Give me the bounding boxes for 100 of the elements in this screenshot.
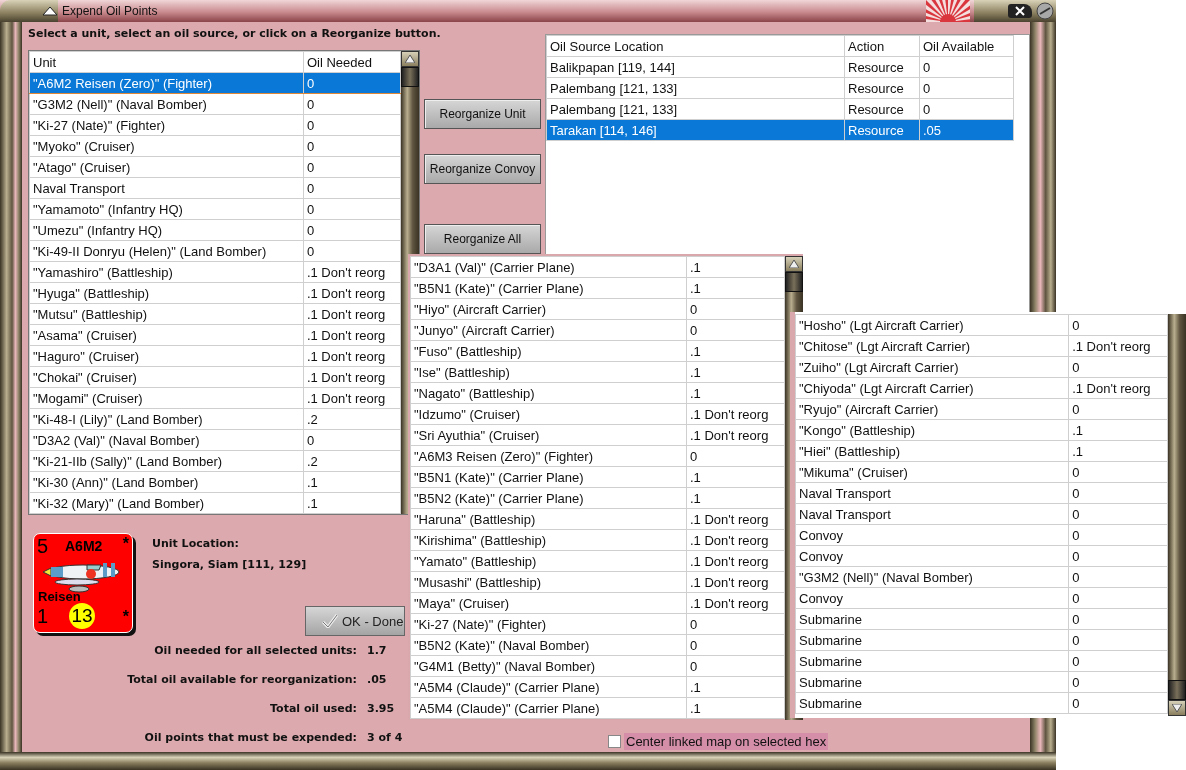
unit-row[interactable]: "Hosho" (Lgt Aircraft Carrier) 0 xyxy=(795,314,1168,336)
table-cell: 0 xyxy=(1068,524,1168,546)
column-header[interactable]: Oil Available xyxy=(919,35,1014,57)
unit-row[interactable]: "B5N2 (Kate)" (Naval Bomber) 0 xyxy=(410,634,785,656)
unit-row[interactable]: "D3A2 (Val)" (Naval Bomber) 0 xyxy=(29,429,401,451)
unit-row[interactable]: "Sri Ayuthia" (Cruiser) .1 Don't reorg xyxy=(410,424,785,446)
table-cell: Submarine xyxy=(795,608,1069,630)
table-cell: 0 xyxy=(303,240,401,262)
unit-row[interactable]: "Maya" (Cruiser) .1 Don't reorg xyxy=(410,592,785,614)
unit-row[interactable]: Submarine 0 xyxy=(795,650,1168,672)
column-header[interactable]: Action xyxy=(844,35,920,57)
scrollbar[interactable] xyxy=(1168,314,1186,716)
column-header[interactable]: Oil Needed xyxy=(303,51,401,73)
unit-row[interactable]: "Ki-49-II Donryu (Helen)" (Land Bomber) 0 xyxy=(29,240,401,262)
collapse-button[interactable] xyxy=(0,0,58,22)
source-row[interactable]: Tarakan [114, 146] Resource .05 xyxy=(546,119,1014,141)
table-cell: Convoy xyxy=(795,587,1069,609)
table-cell: "D3A1 (Val)" (Carrier Plane) xyxy=(410,256,687,278)
unit-row[interactable]: "Yamamoto" (Infantry HQ) 0 xyxy=(29,198,401,220)
unit-row[interactable]: Naval Transport 0 xyxy=(795,503,1168,525)
unit-row[interactable]: "Ise" (Battleship) .1 xyxy=(410,361,785,383)
stat-value: 1.7 xyxy=(367,644,387,657)
unit-row[interactable]: "Chiyoda" (Lgt Aircraft Carrier) .1 Don't reorg xyxy=(795,377,1168,399)
table-cell: "Hiyo" (Aircraft Carrier) xyxy=(410,298,687,320)
caret-icon xyxy=(42,6,58,16)
unit-row[interactable]: "Ryujo" (Aircraft Carrier) 0 xyxy=(795,398,1168,420)
unit-row[interactable]: "Junyo" (Aircraft Carrier) 0 xyxy=(410,319,785,341)
checkbox[interactable] xyxy=(608,735,621,748)
unit-row[interactable]: "Ki-32 (Mary)" (Land Bomber) .1 xyxy=(29,492,401,514)
unit-row[interactable]: "A5M4 (Claude)" (Carrier Plane) .1 xyxy=(410,676,785,698)
scroll-up-button[interactable] xyxy=(401,51,419,67)
unit-row[interactable]: "G3M2 (Nell)" (Naval Bomber) 0 xyxy=(29,93,401,115)
unit-row[interactable]: "Mogami" (Cruiser) .1 Don't reorg xyxy=(29,387,401,409)
unit-row[interactable]: Naval Transport 0 xyxy=(29,177,401,199)
unit-row[interactable]: "Ki-21-IIb (Sally)" (Land Bomber) .2 xyxy=(29,450,401,472)
unit-row[interactable]: "Ki-27 (Nate)" (Fighter) 0 xyxy=(29,114,401,136)
unit-row[interactable]: "Chokai" (Cruiser) .1 Don't reorg xyxy=(29,366,401,388)
unit-row[interactable]: Naval Transport 0 xyxy=(795,482,1168,504)
unit-row[interactable]: "G3M2 (Nell)" (Naval Bomber) 0 xyxy=(795,566,1168,588)
unit-row[interactable]: Submarine 0 xyxy=(795,608,1168,630)
unit-row[interactable]: "Kongo" (Battleship) .1 xyxy=(795,419,1168,441)
table-cell: 0 xyxy=(1068,629,1168,651)
unit-row[interactable]: "Zuiho" (Lgt Aircraft Carrier) 0 xyxy=(795,356,1168,378)
unit-row[interactable]: "Haguro" (Cruiser) .1 Don't reorg xyxy=(29,345,401,367)
source-row[interactable]: Balikpapan [119, 144] Resource 0 xyxy=(546,56,1014,78)
unit-row[interactable]: Submarine 0 xyxy=(795,629,1168,651)
reorganize-button[interactable]: Reorganize Convoy xyxy=(424,154,541,184)
source-row[interactable]: Palembang [121, 133] Resource 0 xyxy=(546,77,1014,99)
unit-row[interactable]: "D3A1 (Val)" (Carrier Plane) .1 xyxy=(410,256,785,278)
stat-label: Oil needed for all selected units: xyxy=(153,644,357,657)
unit-row[interactable]: "Hiyo" (Aircraft Carrier) 0 xyxy=(410,298,785,320)
unit-row[interactable]: "Ki-48-I (Lily)" (Land Bomber) .2 xyxy=(29,408,401,430)
unit-row[interactable]: "Yamashiro" (Battleship) .1 Don't reorg xyxy=(29,261,401,283)
unit-row[interactable]: Submarine 0 xyxy=(795,692,1168,714)
unit-row[interactable]: "A6M3 Reisen (Zero)" (Fighter) 0 xyxy=(410,445,785,467)
source-row[interactable]: Palembang [121, 133] Resource 0 xyxy=(546,98,1014,120)
table-cell: Submarine xyxy=(795,629,1069,651)
checkbox-label[interactable]: Center linked map on selected hex xyxy=(624,733,829,750)
unit-row[interactable]: "Asama" (Cruiser) .1 Don't reorg xyxy=(29,324,401,346)
unit-row[interactable]: "Atago" (Cruiser) 0 xyxy=(29,156,401,178)
unit-row[interactable]: Submarine 0 xyxy=(795,671,1168,693)
unit-row[interactable]: "A5M4 (Claude)" (Carrier Plane) .1 xyxy=(410,697,785,719)
close-button[interactable] xyxy=(1008,4,1032,18)
unit-row[interactable]: Convoy 0 xyxy=(795,545,1168,567)
unit-row[interactable]: "B5N2 (Kate)" (Carrier Plane) .1 xyxy=(410,487,785,509)
column-header[interactable]: Unit xyxy=(29,51,304,73)
unit-row[interactable]: "A6M2 Reisen (Zero)" (Fighter) 0 xyxy=(29,72,401,94)
scroll-down-button[interactable] xyxy=(1168,700,1186,716)
table-cell: 0 xyxy=(303,93,401,115)
scroll-thumb[interactable] xyxy=(785,272,803,292)
unit-row[interactable]: "Idzumo" (Cruiser) .1 Don't reorg xyxy=(410,403,785,425)
unit-row[interactable]: "B5N1 (Kate)" (Carrier Plane) .1 xyxy=(410,277,785,299)
scroll-thumb[interactable] xyxy=(401,67,419,87)
unit-row[interactable]: "G4M1 (Betty)" (Naval Bomber) 0 xyxy=(410,655,785,677)
table-cell: "Kirishima" (Battleship) xyxy=(410,529,687,551)
unit-row[interactable]: "B5N1 (Kate)" (Carrier Plane) .1 xyxy=(410,466,785,488)
table-cell: 0 xyxy=(1068,503,1168,525)
scroll-up-button[interactable] xyxy=(785,256,803,272)
unit-row[interactable]: "Mikuma" (Cruiser) 0 xyxy=(795,461,1168,483)
unit-row[interactable]: Convoy 0 xyxy=(795,524,1168,546)
column-header[interactable]: Oil Source Location xyxy=(546,35,845,57)
ok-button[interactable]: OK - Done xyxy=(305,606,405,636)
unit-row[interactable]: "Myoko" (Cruiser) 0 xyxy=(29,135,401,157)
unit-row[interactable]: "Umezu" (Infantry HQ) 0 xyxy=(29,219,401,241)
unit-row[interactable]: Convoy 0 xyxy=(795,587,1168,609)
unit-row[interactable]: "Musashi" (Battleship) .1 Don't reorg xyxy=(410,571,785,593)
reorganize-button[interactable]: Reorganize All xyxy=(424,224,541,254)
unit-row[interactable]: "Ki-27 (Nate)" (Fighter) 0 xyxy=(410,613,785,635)
unit-row[interactable]: "Fuso" (Battleship) .1 xyxy=(410,340,785,362)
unit-row[interactable]: "Kirishima" (Battleship) .1 Don't reorg xyxy=(410,529,785,551)
unit-row[interactable]: "Ki-30 (Ann)" (Land Bomber) .1 xyxy=(29,471,401,493)
unit-row[interactable]: "Nagato" (Battleship) .1 xyxy=(410,382,785,404)
scroll-thumb[interactable] xyxy=(1168,680,1186,700)
unit-row[interactable]: "Hiei" (Battleship) .1 xyxy=(795,440,1168,462)
unit-row[interactable]: "Yamato" (Battleship) .1 Don't reorg xyxy=(410,550,785,572)
unit-row[interactable]: "Chitose" (Lgt Aircraft Carrier) .1 Don't reorg xyxy=(795,335,1168,357)
unit-row[interactable]: "Haruna" (Battleship) .1 Don't reorg xyxy=(410,508,785,530)
unit-row[interactable]: "Hyuga" (Battleship) .1 Don't reorg xyxy=(29,282,401,304)
unit-row[interactable]: "Mutsu" (Battleship) .1 Don't reorg xyxy=(29,303,401,325)
reorganize-button[interactable]: Reorganize Unit xyxy=(424,99,541,129)
